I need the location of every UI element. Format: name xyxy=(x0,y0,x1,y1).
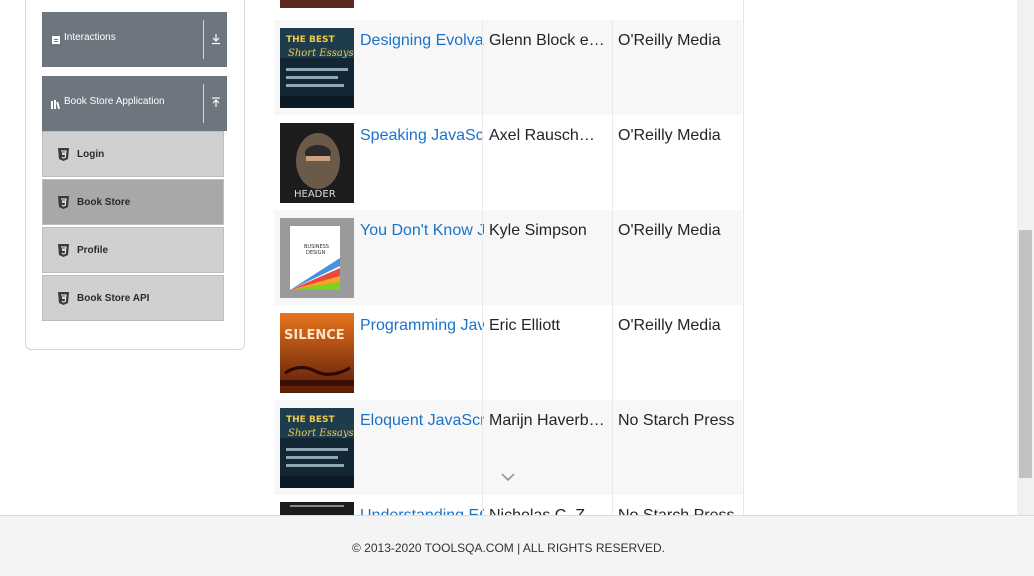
column-divider xyxy=(612,400,613,495)
footer-text: © 2013-2020 TOOLSQA.COM | ALL RIGHTS RES… xyxy=(352,541,665,555)
table-row: BUSINESS DESIGN You Don't Know JS Kyle Si… xyxy=(274,210,742,305)
svg-text:Short Essays: Short Essays xyxy=(288,428,354,439)
svg-text:THE BEST: THE BEST xyxy=(286,415,335,425)
book-author: Kyle Simpson xyxy=(489,222,587,239)
column-divider xyxy=(482,305,483,400)
svg-text:DESIGN: DESIGN xyxy=(306,250,326,256)
book-title-link[interactable]: Understanding ECMAScript 6 xyxy=(360,507,484,515)
book-publisher: O'Reilly Media xyxy=(618,317,721,334)
group-label-book-store: Book Store Application xyxy=(64,96,165,107)
book-publisher: No Starch Press xyxy=(618,507,738,515)
book-title-link[interactable]: You Don't Know JS xyxy=(360,222,484,240)
table-row: THE BEST Short Essays Designing Evolvable… xyxy=(274,20,742,115)
book-cover-image: SILENCE xyxy=(280,313,354,393)
book-author: Eric Elliott xyxy=(489,317,561,334)
book-cover-image xyxy=(280,502,354,515)
book-title-link[interactable]: Designing Evolvable Web APIs with ASP.NE… xyxy=(360,32,484,50)
book-author: Nicholas C. Zakas xyxy=(489,507,607,515)
divider xyxy=(203,84,204,123)
column-divider xyxy=(612,305,613,400)
book-publisher: O'Reilly Media xyxy=(618,222,721,239)
sidebar-item-book-store-api[interactable]: Book Store API xyxy=(42,275,224,321)
column-divider xyxy=(482,400,483,495)
html5-icon xyxy=(58,148,69,161)
html5-icon xyxy=(58,292,69,305)
svg-text:THE BEST: THE BEST xyxy=(286,35,335,45)
svg-text:HEADER: HEADER xyxy=(294,189,336,200)
group-book-store-application[interactable]: Book Store Application xyxy=(42,76,227,131)
column-divider xyxy=(612,115,613,210)
book-cover-image: THE BEST Short Essays xyxy=(280,28,354,108)
book-cover-image: BUSINESS DESIGN xyxy=(280,218,354,298)
book-title-link[interactable]: Programming JavaScript Applications xyxy=(360,317,484,335)
table-row: Understanding ECMAScript 6 Nicholas C. Z… xyxy=(274,495,742,515)
book-cover-image: THE BEST Short Essays xyxy=(280,408,354,488)
book-title-link[interactable]: Speaking JavaScript xyxy=(360,127,484,145)
html5-icon xyxy=(58,244,69,257)
column-divider xyxy=(482,495,483,515)
book-cover-image xyxy=(280,0,354,8)
footer: © 2013-2020 TOOLSQA.COM | ALL RIGHTS RES… xyxy=(0,515,1034,576)
group-interactions[interactable]: Interactions xyxy=(42,12,227,67)
sidebar-item-book-store[interactable]: Book Store xyxy=(42,179,224,225)
book-title-link[interactable]: Eloquent JavaScript, Second Edition xyxy=(360,412,484,430)
column-divider xyxy=(482,20,483,115)
sidebar-item-login[interactable]: Login xyxy=(42,131,224,177)
book-cover-image: HEADER xyxy=(280,123,354,203)
column-divider xyxy=(612,210,613,305)
divider xyxy=(203,20,204,59)
download-arrow-icon[interactable] xyxy=(210,32,222,46)
column-divider xyxy=(612,495,613,515)
group-label-interactions: Interactions xyxy=(64,32,116,43)
sidebar-item-label: Book Store xyxy=(77,197,131,208)
column-divider xyxy=(612,20,613,115)
book-author: Glenn Block et ... xyxy=(489,32,607,49)
table-row: SILENCE Programming JavaScript Applicati… xyxy=(274,305,742,400)
book-publisher: O'Reilly Media xyxy=(618,32,721,49)
interactions-icon xyxy=(50,34,62,46)
book-publisher: O'Reilly Media xyxy=(618,127,721,144)
column-divider xyxy=(482,115,483,210)
chevron-down-icon[interactable] xyxy=(500,471,516,483)
upload-arrow-icon[interactable] xyxy=(210,96,222,110)
column-divider xyxy=(482,210,483,305)
table-row xyxy=(274,0,742,20)
sidebar-item-label: Profile xyxy=(77,245,109,256)
svg-text:SILENCE: SILENCE xyxy=(284,328,345,343)
svg-text:Short Essays: Short Essays xyxy=(288,48,354,59)
book-icon xyxy=(50,98,62,110)
table-row: HEADER Speaking JavaScript Axel Rauschma… xyxy=(274,115,742,210)
scrollbar-thumb[interactable] xyxy=(1019,230,1032,478)
book-author: Axel Rauschmayer xyxy=(489,127,607,144)
book-author: Marijn Haverbeke xyxy=(489,412,607,429)
sidebar-item-label: Login xyxy=(77,149,105,160)
sidebar-item-profile[interactable]: Profile xyxy=(42,227,224,273)
book-publisher: No Starch Press xyxy=(618,412,735,429)
html5-icon xyxy=(58,196,69,209)
sidebar-item-label: Book Store API xyxy=(77,293,150,304)
